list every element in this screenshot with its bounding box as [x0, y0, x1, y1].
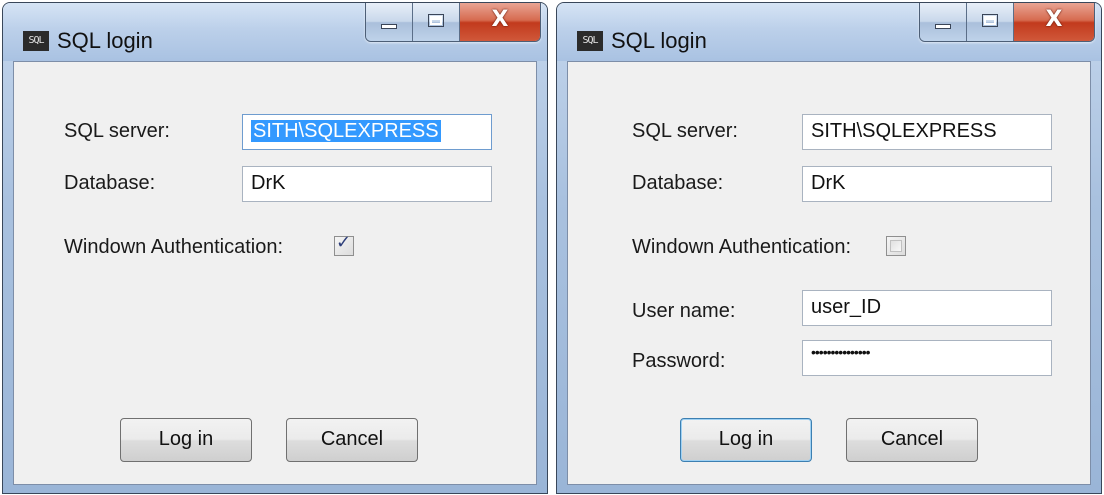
windows-auth-checkbox[interactable]: ✓	[334, 232, 354, 256]
checkmark-icon: ✓	[336, 232, 352, 253]
username-input[interactable]: user_ID	[802, 290, 1052, 326]
cancel-button[interactable]: Cancel	[846, 418, 978, 462]
sql-server-label: SQL server:	[64, 120, 170, 142]
caption-buttons: X	[919, 3, 1095, 42]
username-label: User name:	[632, 300, 736, 322]
window-title: SQL login	[57, 28, 153, 53]
dialog-body: SQL server: SITH\SQLEXPRESS Database: Dr…	[567, 61, 1091, 485]
cancel-button[interactable]: Cancel	[286, 418, 418, 462]
database-input[interactable]: DrK	[242, 166, 492, 202]
windows-auth-checkbox[interactable]	[886, 236, 906, 256]
title-bar[interactable]: SQL SQL login X	[557, 3, 1101, 61]
maximize-icon	[428, 14, 444, 27]
sql-login-dialog-windows-auth: SQL SQL login X SQL server: SITH\SQLEXPR…	[2, 2, 548, 494]
close-button[interactable]: X	[1014, 3, 1094, 41]
checkbox-empty-icon	[890, 240, 902, 252]
windows-auth-label: Windown Authentication:	[632, 236, 852, 258]
dialog-body: SQL server: SITH\SQLEXPRESS Database: Dr…	[13, 61, 537, 485]
minimize-icon	[381, 24, 397, 29]
maximize-button[interactable]	[413, 3, 460, 41]
sql-app-icon: SQL	[577, 31, 603, 51]
maximize-icon	[982, 14, 998, 27]
maximize-button[interactable]	[967, 3, 1014, 41]
title-bar[interactable]: SQL SQL login X	[3, 3, 547, 61]
database-label: Database:	[64, 172, 156, 194]
database-label: Database:	[632, 172, 724, 194]
minimize-button[interactable]	[920, 3, 967, 41]
caption-buttons: X	[365, 3, 541, 42]
password-label: Password:	[632, 350, 726, 372]
database-input[interactable]: DrK	[802, 166, 1052, 202]
sql-server-value: SITH\SQLEXPRESS	[251, 120, 441, 142]
sql-login-dialog-sql-auth: SQL SQL login X SQL server: SITH\SQLEXPR…	[556, 2, 1102, 494]
sql-server-input[interactable]: SITH\SQLEXPRESS	[802, 114, 1052, 150]
minimize-icon	[935, 24, 951, 29]
sql-server-input[interactable]: SITH\SQLEXPRESS	[242, 114, 492, 150]
close-icon: X	[491, 7, 509, 32]
password-input[interactable]: •••••••••••••••	[802, 340, 1052, 376]
sql-server-label: SQL server:	[632, 120, 738, 142]
close-icon: X	[1045, 7, 1063, 32]
window-title: SQL login	[611, 28, 707, 53]
login-button[interactable]: Log in	[680, 418, 812, 462]
windows-auth-label: Windown Authentication:	[64, 236, 284, 258]
minimize-button[interactable]	[366, 3, 413, 41]
sql-app-icon: SQL	[23, 31, 49, 51]
login-button[interactable]: Log in	[120, 418, 252, 462]
close-button[interactable]: X	[460, 3, 540, 41]
